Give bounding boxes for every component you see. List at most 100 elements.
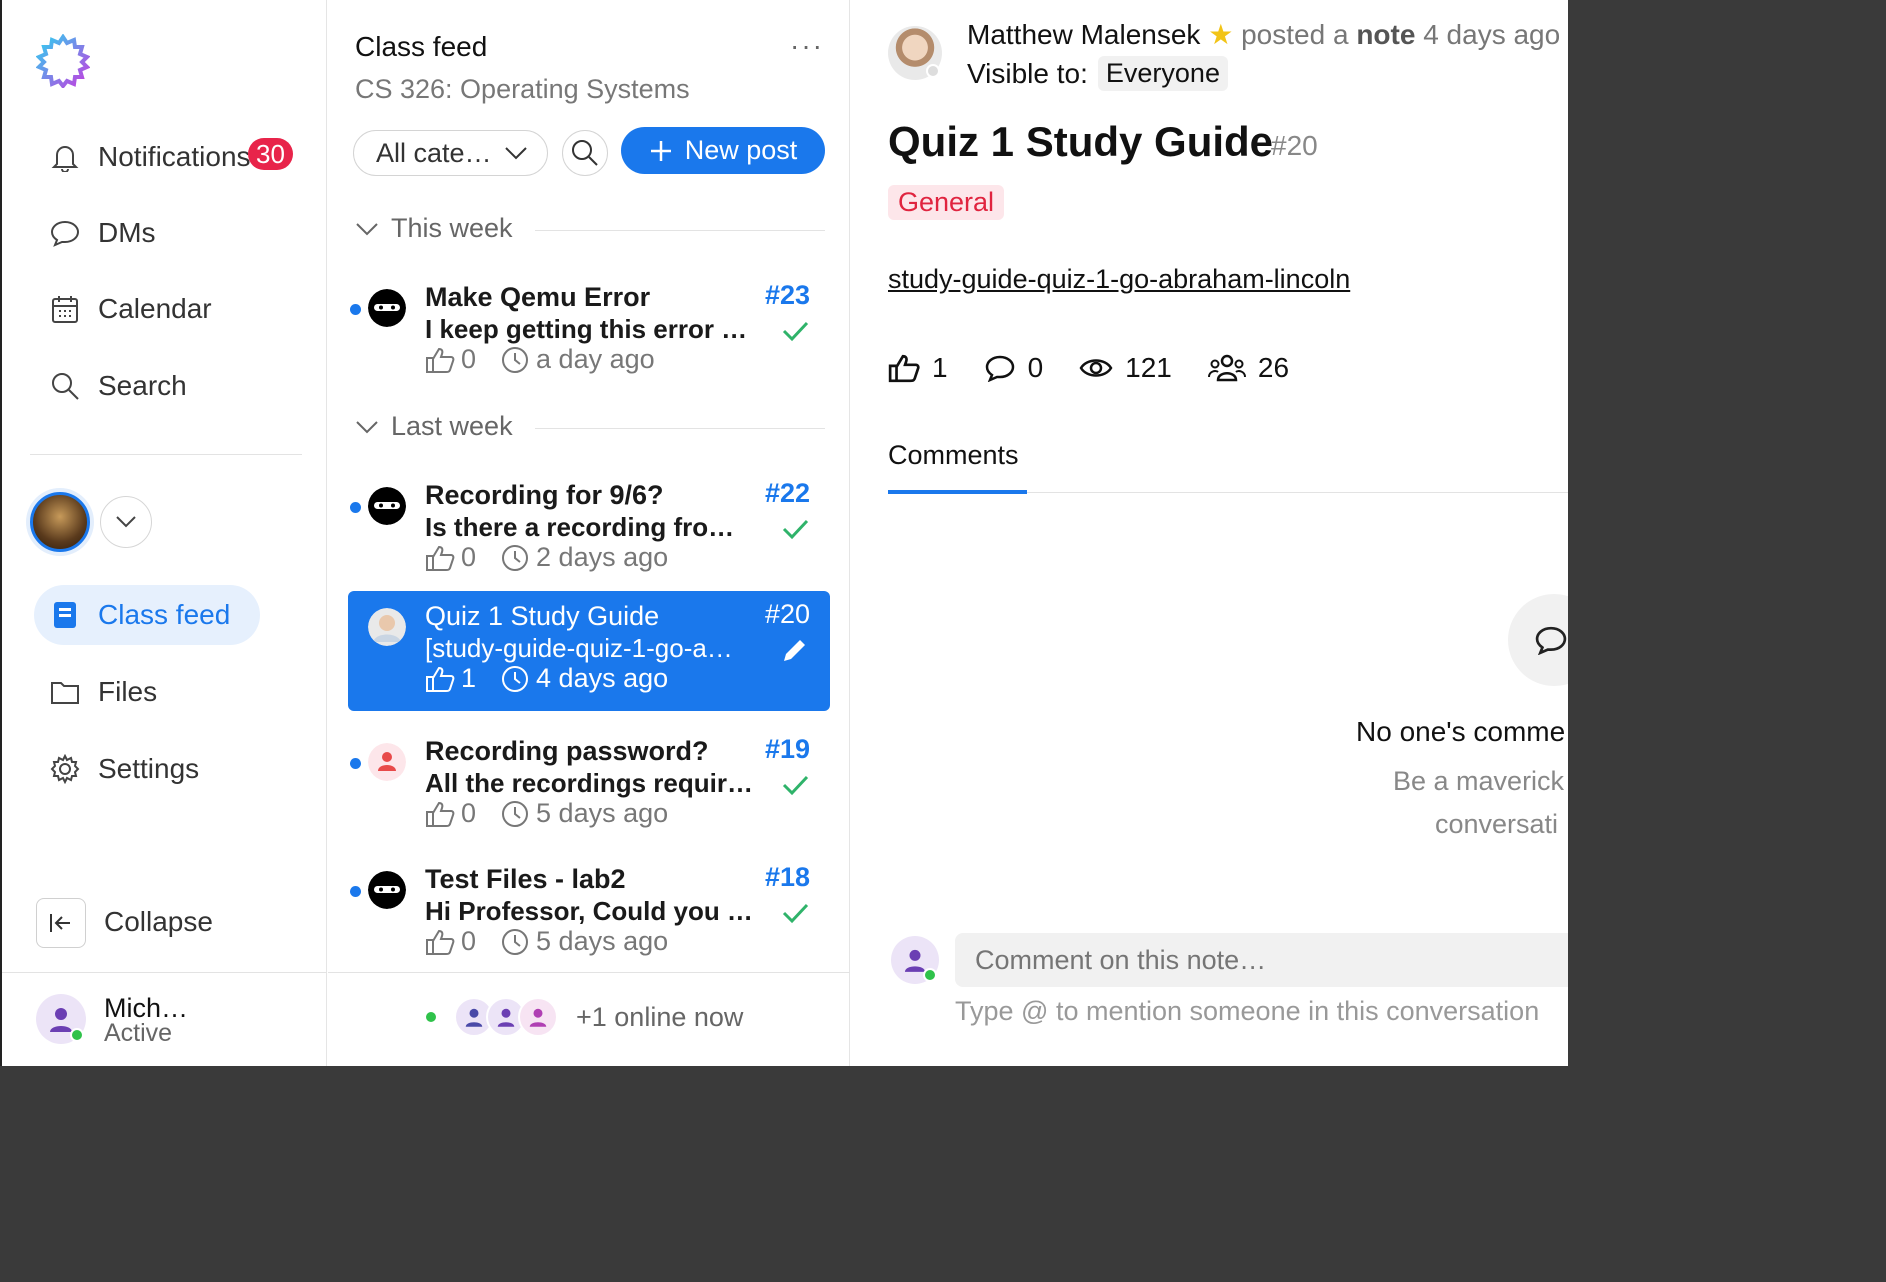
post-preview: [study-guide-quiz-1-go-a… [425,633,733,663]
feed-search-button[interactable] [562,130,608,176]
visibility-pill: Everyone [1097,56,1228,91]
participant-count-value: 26 [1257,352,1290,383]
category-tag[interactable]: General [888,185,1005,220]
empty-comments-illustration [1508,594,1568,686]
person-icon [904,949,926,972]
eye-icon [1079,359,1113,377]
notifications-count-badge: 30 [248,138,293,170]
resolved-check-icon [782,903,809,924]
star-icon: ★ [1208,19,1234,50]
sidebar-item-label: Settings [98,753,200,784]
author-avatar[interactable] [888,26,942,80]
post-preview: Hi Professor, Could you … [425,896,753,926]
author-name[interactable]: Matthew Malensek [967,19,1200,50]
thumbs-up-icon [426,347,455,373]
chat-bubble-icon [50,218,80,248]
chevron-down-icon [356,222,378,235]
posted-a-text: posted a [1241,19,1349,50]
feed-icon [50,600,80,630]
view-count: 121 [1079,352,1172,384]
sidebar: Notifications 30 DMs Calendar Search Cla… [2,0,327,1066]
sidebar-item-search[interactable]: Search [50,366,187,406]
app-logo-icon[interactable] [36,34,90,88]
active-tab-indicator [888,490,1027,494]
sidebar-item-class-feed[interactable]: Class feed [50,595,230,635]
clock-icon [502,800,529,827]
sidebar-item-settings[interactable]: Settings [50,749,199,789]
sidebar-item-dms[interactable]: DMs [50,213,156,253]
post-list-item[interactable]: Recording password? All the recordings r… [348,726,830,846]
sidebar-bottom-divider [2,972,327,973]
empty-comments-title: No one's comme [1356,716,1566,747]
sidebar-item-files[interactable]: Files [50,672,157,712]
bell-icon [50,142,80,172]
clock-icon [502,544,529,571]
more-options-button[interactable]: ··· [790,30,824,62]
post-author-line: Matthew Malensek ★ posted a note 4 days … [967,18,1560,51]
post-list-item-selected[interactable]: Quiz 1 Study Guide [study-guide-quiz-1-g… [348,591,830,711]
section-toggle-this-week[interactable]: This week [355,213,513,244]
new-post-label: New post [684,135,798,165]
feed-bottom-divider [328,972,850,973]
post-list-item[interactable]: Recording for 9/6? Is there a recording … [348,470,830,590]
unread-dot [350,304,361,315]
post-time: 5 days ago [536,926,669,956]
post-time: 2 days ago [536,542,669,572]
post-list-item[interactable]: Make Qemu Error I keep getting this erro… [348,272,830,392]
post-number: #19 [764,734,810,764]
participant-count: 26 [1207,352,1290,384]
calendar-icon [50,294,80,324]
post-meta: 1 4 days ago [425,663,668,694]
chevron-down-icon [356,420,378,433]
thumbs-up-icon [426,545,455,571]
sidebar-item-calendar[interactable]: Calendar [50,289,212,329]
anonymous-avatar-icon [368,871,406,909]
gear-icon [50,754,80,784]
collapse-label[interactable]: Collapse [104,906,213,938]
post-list-item[interactable]: Test Files - lab2 Hi Professor, Could yo… [348,854,830,974]
sidebar-item-label: Calendar [98,293,212,324]
post-title: Recording password? [425,736,709,766]
thumbs-up-icon [426,929,455,955]
empty-comments-subtitle: conversati [1435,809,1559,839]
like-button[interactable]: 1 [888,352,948,384]
feed-title: Class feed [355,31,488,62]
author-avatar [368,608,406,646]
feed-column: Class feed CS 326: Operating Systems ···… [328,0,850,1066]
sidebar-item-notifications[interactable]: Notifications [50,137,251,177]
user-avatar[interactable] [36,994,86,1044]
sidebar-item-label: Files [98,676,158,707]
attachment-link[interactable]: study-guide-quiz-1-go-abraham-lincoln [888,264,1350,295]
post-meta: 0 5 days ago [425,926,668,957]
sidebar-item-label: Notifications [98,141,251,172]
comment-count-value: 0 [1027,352,1044,383]
person-icon [497,1008,515,1027]
course-switcher-button[interactable] [100,496,152,548]
section-label: Last week [391,411,513,441]
users-icon [1207,354,1246,382]
section-toggle-last-week[interactable]: Last week [355,411,513,442]
thumbs-up-icon [426,666,455,692]
collapse-button[interactable] [36,898,86,948]
new-post-button[interactable]: New post [621,127,825,174]
comment-input[interactable] [955,933,1568,987]
tab-comments[interactable]: Comments [888,440,1019,471]
sidebar-item-label: Class feed [98,599,231,630]
sidebar-item-label: DMs [98,217,156,248]
online-now-bar[interactable]: +1 online now [426,997,743,1037]
student-avatar-icon [368,743,406,781]
like-count: 0 [461,344,477,374]
post-title: Test Files - lab2 [425,864,626,894]
plus-icon [650,140,671,161]
current-user-avatar [891,936,939,984]
post-time: 4 days ago [536,663,669,693]
post-stats: 1 0 121 26 [888,352,1325,384]
resolved-check-icon [782,519,809,540]
comment-hint: Type @ to mention someone in this conver… [955,996,1540,1026]
resolved-check-icon [782,321,809,342]
anonymous-avatar-icon [368,289,406,327]
app-window: Notifications 30 DMs Calendar Search Cla… [0,0,1568,1066]
category-select[interactable]: All cate… [353,130,548,176]
post-meta: 0 5 days ago [425,798,668,829]
course-avatar[interactable] [30,492,90,552]
